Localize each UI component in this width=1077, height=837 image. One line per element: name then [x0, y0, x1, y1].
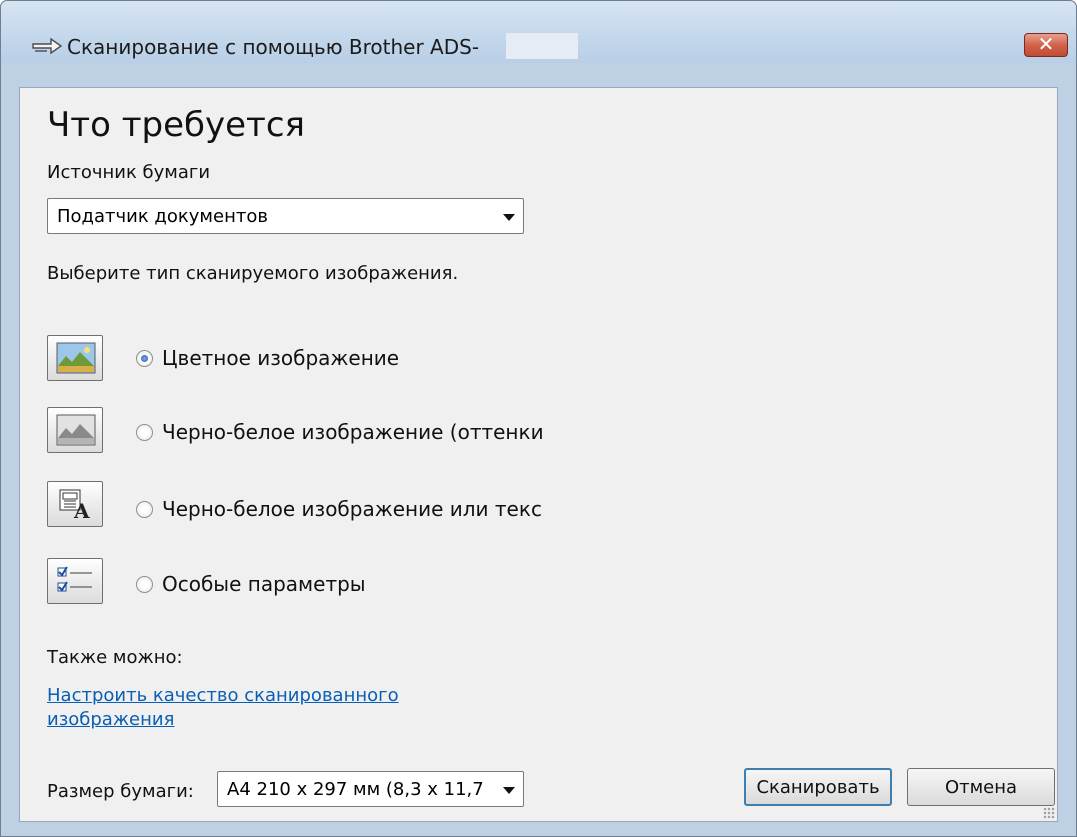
- adjust-quality-link-line1[interactable]: Настроить качество сканированного: [47, 685, 399, 706]
- paper-source-select[interactable]: Податчик документов: [47, 198, 524, 234]
- option-custom-settings[interactable]: Особые параметры: [162, 572, 542, 596]
- close-button[interactable]: ✕: [1024, 32, 1068, 57]
- chevron-down-icon: [503, 214, 515, 221]
- color-image-icon: [56, 342, 96, 374]
- window-title: Сканирование с помощью Brother ADS-: [67, 35, 480, 59]
- title-bar[interactable]: Сканирование с помощью Brother ADS- ✕: [1, 1, 1076, 63]
- page-title: Что требуется: [47, 105, 305, 145]
- scan-dialog-window: Сканирование с помощью Brother ADS- ✕ Чт…: [0, 0, 1077, 837]
- bw-text-icon: A: [59, 489, 90, 520]
- scanner-icon: [32, 37, 63, 55]
- grayscale-image-button[interactable]: [47, 407, 103, 453]
- resize-grip-icon[interactable]: [1043, 807, 1055, 819]
- paper-size-value: A4 210 x 297 мм (8,3 x 11,7 дюйма): [227, 779, 489, 800]
- paper-source-value: Податчик документов: [57, 206, 268, 227]
- paper-size-label: Размер бумаги:: [47, 781, 194, 802]
- bw-text-button[interactable]: A: [47, 481, 103, 527]
- scan-button[interactable]: Сканировать: [744, 768, 892, 806]
- option-grayscale-image[interactable]: Черно-белое изображение (оттенки серого): [162, 420, 542, 444]
- radio-custom-settings[interactable]: [136, 576, 153, 593]
- option-bw-text[interactable]: Черно-белое изображение или текст: [162, 497, 542, 521]
- grayscale-image-icon: [56, 414, 96, 446]
- cancel-button[interactable]: Отмена: [907, 768, 1055, 806]
- paper-size-select[interactable]: A4 210 x 297 мм (8,3 x 11,7 дюйма): [217, 771, 524, 807]
- adjust-quality-link-line2[interactable]: изображения: [47, 709, 174, 730]
- color-image-button[interactable]: [47, 335, 103, 381]
- dialog-content: Что требуется Источник бумаги Податчик д…: [19, 87, 1058, 822]
- radio-color-image[interactable]: [136, 350, 153, 367]
- option-color-image[interactable]: Цветное изображение: [162, 346, 542, 370]
- redacted-model-name: [506, 33, 578, 59]
- svg-text:A: A: [73, 499, 90, 520]
- radio-grayscale-image[interactable]: [136, 424, 153, 441]
- custom-settings-button[interactable]: [47, 558, 103, 604]
- chevron-down-icon: [503, 787, 515, 794]
- close-icon: ✕: [1037, 32, 1055, 56]
- scan-type-prompt: Выберите тип сканируемого изображения.: [47, 263, 459, 284]
- paper-source-label: Источник бумаги: [47, 162, 211, 183]
- also-label: Также можно:: [47, 647, 183, 668]
- radio-bw-text[interactable]: [136, 501, 153, 518]
- custom-settings-icon: [57, 566, 92, 592]
